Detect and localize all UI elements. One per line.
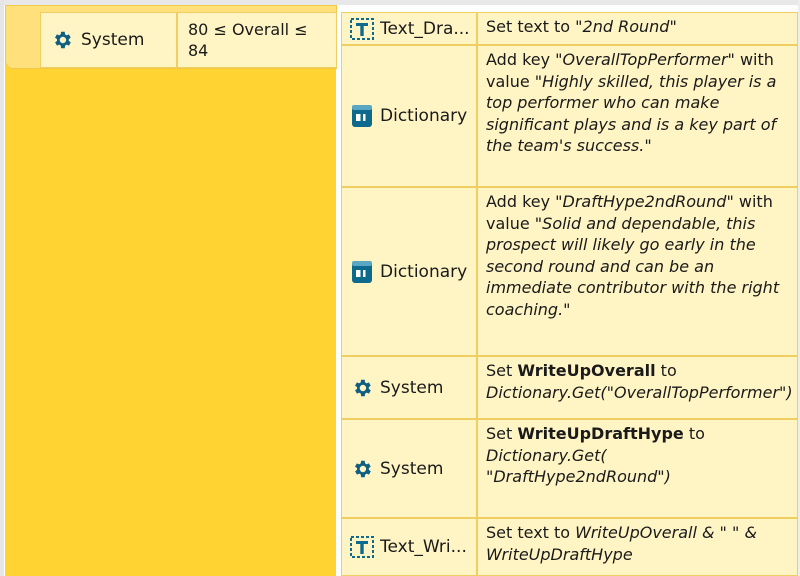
action-object-cell[interactable]: Text_Wri... bbox=[341, 518, 477, 576]
action-text-part: OverallTopPerformer bbox=[562, 50, 728, 69]
action-text: Set WriteUpDraftHype to Dictionary.Get( … bbox=[478, 420, 797, 491]
action-text-part: to bbox=[683, 424, 705, 443]
action-text-part: WriteUpDraftHype bbox=[517, 424, 684, 443]
action-text-part: Set text to bbox=[486, 523, 576, 542]
text-object-icon bbox=[350, 536, 374, 558]
action-text-cell[interactable]: Set text to WriteUpOverall & " " & Write… bbox=[477, 518, 798, 576]
action-object-cell[interactable]: System bbox=[341, 419, 477, 518]
action-text-cell[interactable]: Add key "OverallTopPerformer" with value… bbox=[477, 45, 798, 187]
condition-text: 80 ≤ Overall ≤ 84 bbox=[188, 20, 308, 60]
action-text-part: to bbox=[655, 361, 677, 380]
gear-icon bbox=[350, 458, 374, 480]
action-text-cell[interactable]: Set WriteUpDraftHype to Dictionary.Get( … bbox=[477, 419, 798, 518]
gear-icon bbox=[51, 29, 73, 51]
dictionary-icon bbox=[350, 260, 374, 283]
action-object-label: System bbox=[380, 377, 444, 398]
action-text-part: WriteUpOverall bbox=[517, 361, 656, 380]
text-object-icon bbox=[350, 17, 374, 40]
action-text-cell[interactable]: Set text to "2nd Round" bbox=[477, 12, 798, 45]
left-gutter bbox=[0, 0, 4, 576]
action-text: Set text to WriteUpOverall & " " & Write… bbox=[478, 519, 797, 568]
action-object-label: Dictionary bbox=[380, 261, 468, 282]
action-text: Add key "OverallTopPerformer" with value… bbox=[478, 46, 797, 160]
action-text: Set WriteUpOverall to Dictionary.Get("Ov… bbox=[478, 357, 797, 406]
action-text-part: " bbox=[669, 17, 677, 36]
event-block[interactable] bbox=[5, 5, 336, 576]
action-text-part: Dictionary.Get( "DraftHype2ndRound") bbox=[486, 445, 671, 487]
action-text-part: " bbox=[644, 136, 652, 155]
action-text-part: Set text to " bbox=[486, 17, 583, 36]
condition-text-cell[interactable]: 80 ≤ Overall ≤ 84 bbox=[177, 12, 337, 68]
gear-icon bbox=[350, 377, 374, 399]
action-object-cell[interactable]: System bbox=[341, 356, 477, 419]
action-object-label: Dictionary bbox=[380, 106, 468, 126]
action-object-cell[interactable]: Dictionary bbox=[341, 45, 477, 187]
action-text: Add key "DraftHype2ndRound" with value "… bbox=[478, 188, 797, 323]
action-text-part: Set bbox=[486, 424, 518, 443]
condition-object-cell[interactable]: System bbox=[40, 12, 177, 68]
dictionary-icon bbox=[350, 105, 374, 127]
action-text-part: Set bbox=[486, 361, 518, 380]
action-text-part: Dictionary.Get("OverallTopPerformer") bbox=[486, 382, 793, 402]
action-text-part: Add key " bbox=[486, 50, 563, 69]
action-text: Set text to "2nd Round" bbox=[478, 13, 797, 41]
action-text-part: Add key " bbox=[486, 192, 563, 211]
action-object-label: Text_Wri... bbox=[380, 537, 467, 557]
action-text-cell[interactable]: Set WriteUpOverall to Dictionary.Get("Ov… bbox=[477, 356, 798, 419]
action-text-part: DraftHype2ndRound bbox=[562, 192, 727, 211]
action-object-label: System bbox=[380, 458, 444, 479]
action-text-cell[interactable]: Add key "DraftHype2ndRound" with value "… bbox=[477, 187, 798, 356]
action-object-cell[interactable]: Text_Dra... bbox=[341, 12, 477, 45]
condition-object-label: System bbox=[81, 30, 145, 50]
action-object-cell[interactable]: Dictionary bbox=[341, 187, 477, 356]
action-text-part: " bbox=[563, 299, 571, 319]
action-object-label: Text_Dra... bbox=[380, 18, 470, 39]
action-text-part: 2nd Round bbox=[582, 17, 670, 36]
